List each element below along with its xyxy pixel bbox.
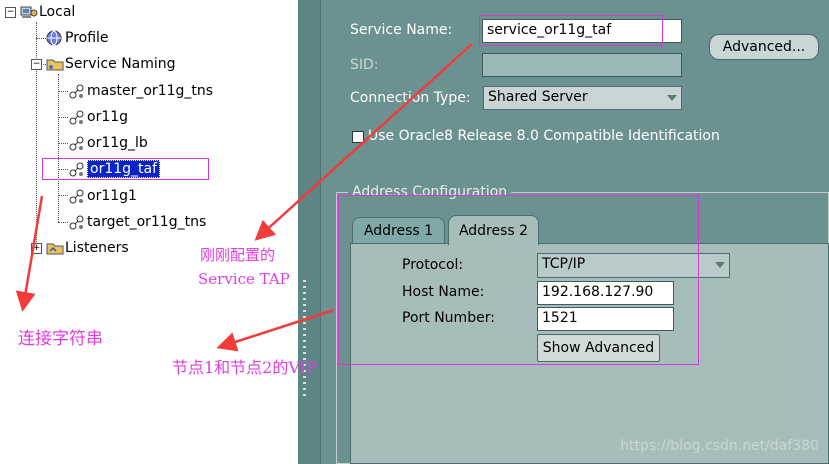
tree-line <box>36 64 37 248</box>
tree-line <box>58 91 68 92</box>
tree-item-or11g[interactable]: or11g <box>68 106 128 128</box>
tree-line <box>58 143 68 144</box>
tree-item-label: Profile <box>65 30 109 46</box>
tree-item-label: or11g <box>87 109 129 125</box>
network-service-icon <box>68 188 84 204</box>
collapse-toggle-icon[interactable]: − <box>5 7 16 18</box>
annotation-text-conn-string: 连接字符串 <box>18 329 103 349</box>
collapse-toggle-icon[interactable]: − <box>31 59 42 70</box>
local-computer-icon <box>20 4 38 20</box>
annotation-box-selected-item <box>42 158 209 180</box>
tree-line <box>58 195 68 196</box>
sid-label: SID: <box>350 57 379 73</box>
network-service-icon <box>68 109 84 125</box>
tree-item-profile[interactable]: Profile <box>46 27 109 49</box>
tree-line <box>36 22 37 64</box>
split-handle-icon[interactable] <box>303 280 306 400</box>
tree-item-label: Service Naming <box>65 56 176 72</box>
listener-folder-icon <box>46 240 64 256</box>
tree-root-label: Local <box>39 4 76 20</box>
tree-item-or11g1[interactable]: or11g1 <box>68 185 137 207</box>
annotation-text-taf-2: Service TAP <box>198 270 290 288</box>
dropdown-arrow-icon <box>715 262 725 268</box>
tree-line <box>58 74 59 222</box>
tree-line <box>58 222 68 223</box>
split-divider[interactable] <box>298 0 321 464</box>
tree-line <box>36 38 46 39</box>
tree-item-label: or11g_lb <box>87 135 148 151</box>
tree-panel: − Local Profile − Service Naming master_… <box>0 0 298 464</box>
sid-input[interactable] <box>482 53 682 77</box>
tree-item-label: Listeners <box>65 240 129 256</box>
tree-item-master-or11g-tns[interactable]: master_or11g_tns <box>68 80 213 102</box>
connection-type-value: Shared Server <box>488 89 588 105</box>
expand-toggle-icon[interactable]: + <box>31 243 42 254</box>
connection-type-select[interactable]: Shared Server <box>483 86 682 110</box>
annotation-text-vip: 节点1和节点2的VIP <box>172 358 318 377</box>
tree-item-or11g-lb[interactable]: or11g_lb <box>68 132 148 154</box>
tree-item-label: master_or11g_tns <box>87 83 214 99</box>
tab-address-2[interactable]: Address 2 <box>448 215 539 245</box>
network-service-icon <box>68 135 84 151</box>
tree-item-label: or11g1 <box>87 188 137 204</box>
tree-root-local[interactable]: Local <box>20 1 75 23</box>
compat-checkbox[interactable] <box>352 131 364 143</box>
watermark-text: https://blog.csdn.net/daf380 <box>620 438 819 454</box>
dropdown-arrow-icon <box>667 95 677 101</box>
globe-icon <box>46 30 62 46</box>
annotation-text-taf-1: 刚刚配置的 <box>200 246 276 264</box>
tree-item-label: target_or11g_tns <box>87 214 207 230</box>
network-service-icon <box>68 83 84 99</box>
service-name-label: Service Name: <box>350 22 453 38</box>
tree-item-target-or11g-tns[interactable]: target_or11g_tns <box>68 211 206 233</box>
compat-checkbox-label: Use Oracle8 Release 8.0 Compatible Ident… <box>368 128 720 144</box>
advanced-button[interactable]: Advanced... <box>709 34 819 60</box>
tree-item-listeners[interactable]: Listeners <box>46 237 129 259</box>
connection-type-label: Connection Type: <box>350 90 471 106</box>
tree-line <box>58 117 68 118</box>
network-service-icon <box>68 214 84 230</box>
tree-item-service-naming[interactable]: Service Naming <box>46 53 176 75</box>
annotation-box-service-name <box>479 15 663 46</box>
folder-icon <box>46 56 64 72</box>
